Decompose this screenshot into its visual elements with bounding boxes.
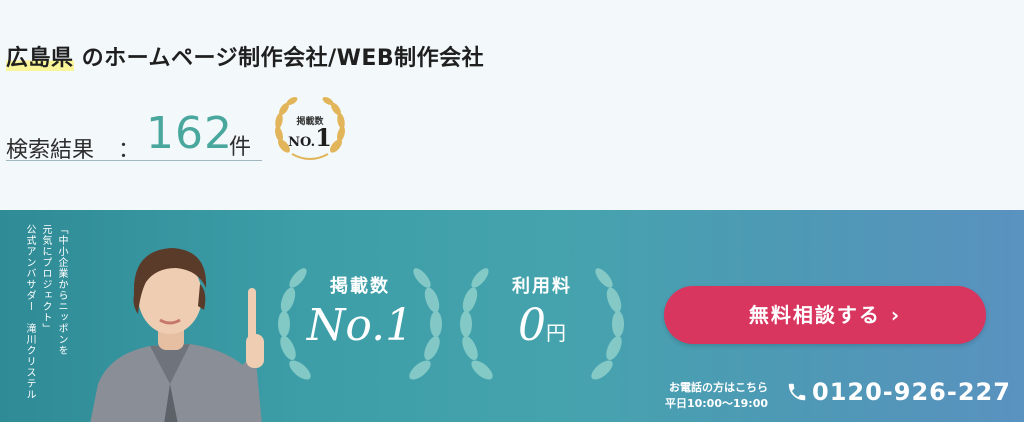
fee-value: 0円 bbox=[518, 300, 566, 351]
phone-number: 0120-926-227 bbox=[812, 378, 1011, 406]
fee-unit: 円 bbox=[546, 321, 566, 345]
phone-note-line1: お電話の方はこちら bbox=[669, 381, 768, 394]
phone-number-link[interactable]: 0120-926-227 bbox=[786, 378, 1011, 406]
page-title-rest: のホームページ制作会社/WEB制作会社 bbox=[73, 46, 485, 71]
results-label: 検索結果 bbox=[6, 138, 95, 163]
badge-number: NO.1 bbox=[288, 123, 332, 152]
chevron-right-icon: › bbox=[890, 303, 902, 327]
cta-label: 無料相談する bbox=[748, 303, 881, 327]
results-colon: ： bbox=[118, 138, 141, 163]
phone-hours: 平日10:00～19:00 bbox=[664, 397, 768, 410]
ambassador-photo bbox=[90, 248, 264, 422]
listings-value: No.1 bbox=[306, 300, 414, 351]
search-results-count: 検索結果 ： 162 件 bbox=[6, 106, 262, 163]
consultation-banner[interactable]: 「中小企業からニッポンを 元気にプロジェクト」 公式アンバサダー 滝川クリステル bbox=[0, 210, 1024, 422]
fee-label: 利用料 bbox=[512, 276, 572, 297]
ambassador-text-line2: 元気にプロジェクト」 bbox=[40, 224, 51, 334]
listings-label: 掲載数 bbox=[330, 276, 390, 297]
phone-note: お電話の方はこちら 平日10:00～19:00 bbox=[648, 380, 768, 412]
results-number: 162 bbox=[146, 108, 233, 159]
page-header: 広島県 のホームページ制作会社/WEB制作会社 検索結果 ： 162 件 掲載数… bbox=[0, 0, 1024, 200]
page-title: 広島県 のホームページ制作会社/WEB制作会社 bbox=[6, 40, 484, 72]
ambassador-text-line3: 公式アンバサダー 滝川クリステル bbox=[24, 224, 35, 400]
phone-icon bbox=[788, 383, 806, 401]
results-unit: 件 bbox=[229, 135, 252, 160]
no1-badge: 掲載数 NO.1 bbox=[270, 92, 350, 168]
prefecture-highlight: 広島県 bbox=[6, 46, 74, 71]
free-consultation-button[interactable]: 無料相談する › bbox=[664, 286, 986, 344]
ambassador-text-line1: 「中小企業からニッポンを bbox=[56, 224, 67, 356]
